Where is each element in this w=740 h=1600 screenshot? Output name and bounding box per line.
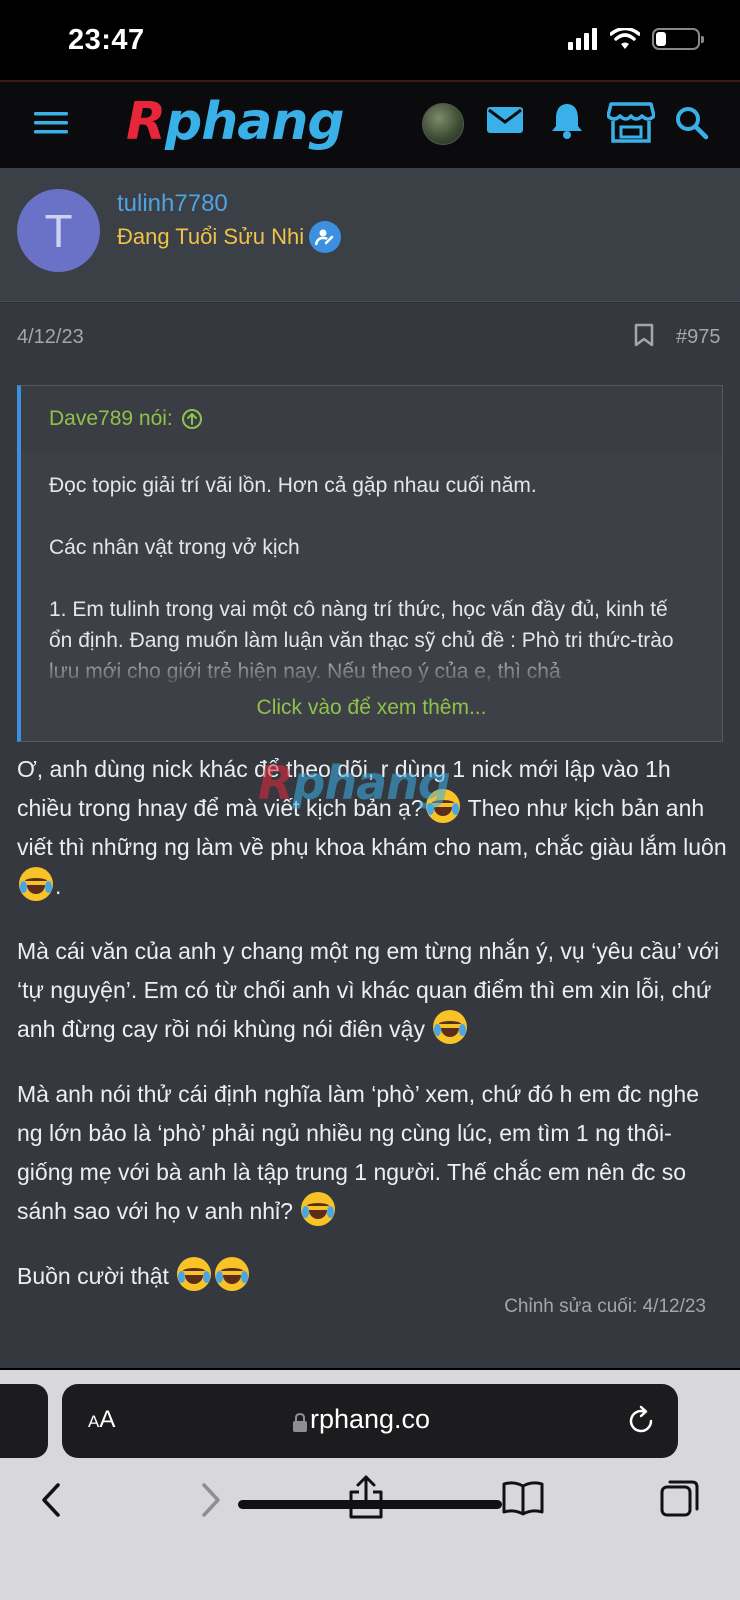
cellular-signal-icon [568,28,597,50]
post-text: . [55,873,62,899]
last-edited-note: Chỉnh sửa cuối: 4/12/23 [504,1296,706,1317]
reload-icon[interactable] [626,1404,656,1436]
wifi-icon [610,28,640,49]
post-body: Ơ, anh dùng nick khác để theo dõi, r dùn… [17,750,727,1322]
laughing-tears-emoji-icon [301,1192,336,1226]
go-to-quote-icon[interactable] [181,408,203,430]
quote-author[interactable]: Dave789 nói: [49,407,173,431]
user-avatar[interactable]: T [17,189,100,272]
back-icon[interactable] [38,1482,64,1518]
menu-icon[interactable] [34,108,68,138]
status-time: 23:47 [68,24,145,56]
tabs-icon[interactable] [660,1478,700,1518]
user-rank-title: Đang Tuổi Sửu Nhi [117,224,305,249]
quote-header[interactable]: Dave789 nói: [21,386,722,452]
post-number[interactable]: #975 [676,326,721,349]
post-paragraph: Buồn cười thật [17,1257,727,1296]
status-icons [568,28,704,50]
quote-paragraph: Đọc topic giải trí vãi lồn. Hơn cả gặp n… [49,474,537,497]
site-logo[interactable]: Rphang [126,92,345,152]
bookmark-icon[interactable] [634,323,654,347]
post-text: Mà anh nói thử cái định nghĩa làm ‘phò’ … [17,1081,700,1224]
quote-block: Dave789 nói: Đọc topic giải trí vãi lồn.… [17,385,723,742]
share-icon[interactable] [348,1474,384,1520]
bookmarks-icon[interactable] [502,1480,544,1516]
store-icon[interactable] [607,100,655,144]
bell-icon[interactable] [550,102,584,140]
post-meta-bar: 4/12/23 #975 [0,302,740,362]
post-author-header: T tulinh7780 Đang Tuổi Sửu Nhi [0,168,740,302]
expand-quote-link[interactable]: Click vào để xem thêm... [21,686,722,730]
post-text: Buồn cười thật [17,1263,176,1289]
laughing-tears-emoji-icon [433,1010,468,1044]
laughing-tears-emoji-icon [425,789,460,823]
post-paragraph: Mà cái văn của anh y chang một ng em từn… [17,932,727,1049]
laughing-tears-emoji-icon [177,1257,212,1291]
post-text: Mà cái văn của anh y chang một ng em từn… [17,938,720,1042]
home-indicator[interactable] [238,1500,502,1509]
crying-emoji-icon [19,867,53,901]
verified-badge-icon [309,221,341,253]
forward-icon[interactable] [198,1482,224,1518]
mail-icon[interactable] [486,104,524,136]
previous-tab-preview[interactable] [0,1384,48,1458]
post-paragraph: Ơ, anh dùng nick khác để theo dõi, r dùn… [17,750,727,906]
search-icon[interactable] [675,106,709,140]
logo-rest: phang [165,92,345,152]
address-bar[interactable]: AA rphang.co [62,1384,678,1458]
quote-paragraph: Các nhân vật trong vở kịch [49,536,300,559]
app-header: Rphang [0,80,740,168]
post-date[interactable]: 4/12/23 [17,326,84,349]
logo-first: R [126,92,166,152]
browser-nav-bar [0,1474,740,1544]
browser-toolbar: AA rphang.co [0,1370,740,1600]
username-link[interactable]: tulinh7780 [117,190,228,218]
url-text[interactable]: rphang.co [62,1404,678,1435]
crying-emoji-icon [215,1257,250,1291]
quote-fade [21,646,722,686]
battery-icon [652,28,704,50]
thread-content: T tulinh7780 Đang Tuổi Sửu Nhi 4/12/23 #… [0,168,740,1368]
status-bar: 23:47 [0,0,740,80]
post-paragraph: Mà anh nói thử cái định nghĩa làm ‘phò’ … [17,1075,727,1231]
account-avatar[interactable] [422,103,464,145]
